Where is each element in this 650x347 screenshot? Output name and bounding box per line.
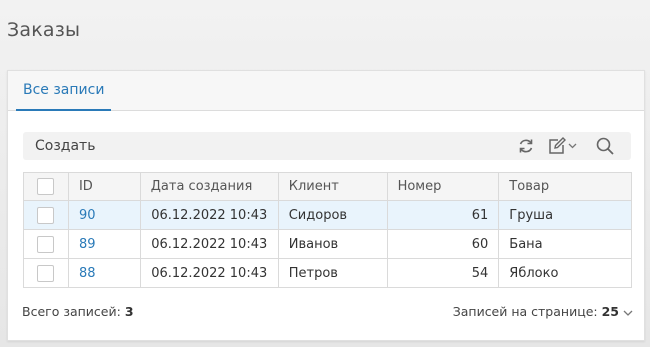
edit-menu-button[interactable] — [547, 136, 581, 156]
page-title: Заказы — [7, 19, 81, 41]
total-records: Всего записей: 3 — [22, 304, 134, 319]
total-records-value: 3 — [124, 304, 134, 319]
row-select-cell — [23, 200, 69, 230]
edit-icon — [549, 137, 566, 154]
column-header-number[interactable]: Номер — [386, 172, 500, 201]
row-number: 61 — [386, 200, 500, 230]
row-id-link[interactable]: 89 — [67, 229, 141, 259]
row-select-cell — [23, 229, 69, 259]
row-product: Бана — [498, 229, 632, 259]
tab-all-records[interactable]: Все записи — [16, 71, 112, 111]
row-date: 06.12.2022 10:43 — [139, 229, 279, 259]
column-header-date[interactable]: Дата создания — [139, 172, 279, 201]
refresh-icon[interactable] — [516, 136, 538, 156]
table-row[interactable]: 88 06.12.2022 10:43 Петров 54 Яблоко — [23, 258, 632, 288]
records-panel: Все записи Создать ID Дата создания Клие… — [7, 70, 645, 341]
column-header-product[interactable]: Товар — [498, 172, 632, 201]
row-checkbox[interactable] — [37, 264, 55, 282]
toolbar: Создать — [23, 132, 631, 160]
row-number: 54 — [386, 258, 500, 288]
row-client: Сидоров — [277, 200, 388, 230]
column-header-client[interactable]: Клиент — [277, 172, 388, 201]
table-row[interactable]: 89 06.12.2022 10:43 Иванов 60 Бана — [23, 229, 632, 259]
page-size-value: 25 — [601, 304, 620, 319]
total-records-label: Всего записей: — [22, 304, 121, 319]
chevron-down-icon — [568, 143, 577, 149]
row-id-link[interactable]: 88 — [67, 258, 141, 288]
column-header-id[interactable]: ID — [67, 172, 141, 201]
row-client: Иванов — [277, 229, 388, 259]
row-client: Петров — [277, 258, 388, 288]
page-size-label: Записей на странице: — [452, 304, 598, 319]
page-size-selector[interactable]: Записей на странице: 25 — [453, 304, 633, 319]
row-number: 60 — [386, 229, 500, 259]
row-id-link[interactable]: 90 — [67, 200, 141, 230]
row-date: 06.12.2022 10:43 — [139, 258, 279, 288]
row-product: Яблоко — [498, 258, 632, 288]
select-all-cell — [23, 172, 69, 201]
row-checkbox[interactable] — [37, 206, 55, 224]
tab-bar: Все записи — [8, 71, 644, 111]
chevron-down-icon — [623, 310, 633, 316]
create-button[interactable]: Создать — [35, 132, 95, 160]
table-header-row: ID Дата создания Клиент Номер Товар — [23, 172, 632, 201]
table-row[interactable]: 90 06.12.2022 10:43 Сидоров 61 Груша — [23, 200, 632, 230]
select-all-checkbox[interactable] — [37, 178, 55, 195]
row-product: Груша — [498, 200, 632, 230]
records-table: ID Дата создания Клиент Номер Товар 90 0… — [23, 172, 632, 288]
row-select-cell — [23, 258, 69, 288]
search-icon[interactable] — [595, 136, 617, 156]
row-checkbox[interactable] — [37, 235, 55, 253]
row-date: 06.12.2022 10:43 — [139, 200, 279, 230]
